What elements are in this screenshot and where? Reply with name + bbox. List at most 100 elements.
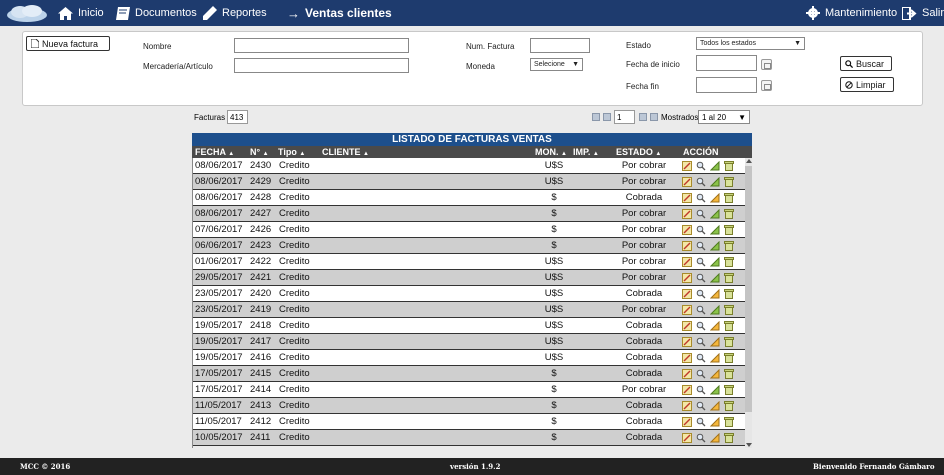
table-scrollbar[interactable] <box>745 158 752 448</box>
table-row[interactable]: 06/06/2017 2423 Credito $ Por cobrar <box>193 238 745 254</box>
table-row[interactable]: 08/06/2017 2429 Credito U$S Por cobrar <box>193 174 745 190</box>
payment-icon[interactable] <box>709 272 720 283</box>
delete-icon[interactable] <box>724 433 734 443</box>
payment-icon[interactable] <box>709 240 720 251</box>
mercaderia-input[interactable] <box>234 58 409 73</box>
view-icon[interactable] <box>696 305 706 315</box>
delete-icon[interactable] <box>724 401 734 411</box>
payment-icon[interactable] <box>709 432 720 443</box>
table-row[interactable]: 29/05/2017 2421 Credito U$S Por cobrar <box>193 270 745 286</box>
edit-icon[interactable] <box>682 177 692 187</box>
nueva-factura-button[interactable]: Nueva factura <box>26 36 110 51</box>
edit-icon[interactable] <box>682 401 692 411</box>
edit-icon[interactable] <box>682 161 692 171</box>
table-row[interactable]: 19/05/2017 2417 Credito U$S Cobrada <box>193 334 745 350</box>
view-icon[interactable] <box>696 289 706 299</box>
table-row[interactable]: 08/06/2017 2428 Credito $ Cobrada <box>193 190 745 206</box>
edit-icon[interactable] <box>682 417 692 427</box>
moneda-select[interactable]: Selecione ▼ <box>530 58 583 71</box>
edit-icon[interactable] <box>682 225 692 235</box>
nav-inicio[interactable]: Inicio <box>58 0 104 26</box>
delete-icon[interactable] <box>724 161 734 171</box>
view-icon[interactable] <box>696 209 706 219</box>
scroll-up-icon[interactable] <box>746 159 752 163</box>
table-row[interactable]: 08/06/2017 2427 Credito $ Por cobrar <box>193 206 745 222</box>
page-input[interactable]: 1 <box>614 110 635 124</box>
fecha-inicio-input[interactable] <box>696 55 757 71</box>
edit-icon[interactable] <box>682 289 692 299</box>
delete-icon[interactable] <box>724 225 734 235</box>
payment-icon[interactable] <box>709 304 720 315</box>
payment-icon[interactable] <box>709 384 720 395</box>
view-icon[interactable] <box>696 257 706 267</box>
table-row[interactable]: 08/06/2017 2430 Credito U$S Por cobrar <box>193 158 745 174</box>
payment-icon[interactable] <box>709 224 720 235</box>
view-icon[interactable] <box>696 241 706 251</box>
last-page-icon[interactable] <box>650 113 658 121</box>
calendar-icon[interactable] <box>761 59 772 70</box>
num-factura-input[interactable] <box>530 38 590 53</box>
table-row[interactable]: 10/05/2017 2411 Credito $ Cobrada <box>193 430 745 446</box>
table-row[interactable]: 17/05/2017 2415 Credito $ Cobrada <box>193 366 745 382</box>
view-icon[interactable] <box>696 321 706 331</box>
edit-icon[interactable] <box>682 369 692 379</box>
mostrados-select[interactable]: 1 al 20 ▼ <box>698 110 750 124</box>
payment-icon[interactable] <box>709 256 720 267</box>
view-icon[interactable] <box>696 433 706 443</box>
edit-icon[interactable] <box>682 337 692 347</box>
view-icon[interactable] <box>696 385 706 395</box>
payment-icon[interactable] <box>709 416 720 427</box>
table-row[interactable]: 19/05/2017 2418 Credito U$S Cobrada <box>193 318 745 334</box>
payment-icon[interactable] <box>709 368 720 379</box>
view-icon[interactable] <box>696 401 706 411</box>
table-row[interactable]: 23/05/2017 2420 Credito U$S Cobrada <box>193 286 745 302</box>
delete-icon[interactable] <box>724 417 734 427</box>
payment-icon[interactable] <box>709 160 720 171</box>
limpiar-button[interactable]: Limpiar <box>840 77 894 92</box>
edit-icon[interactable] <box>682 321 692 331</box>
payment-icon[interactable] <box>709 352 720 363</box>
delete-icon[interactable] <box>724 289 734 299</box>
mcc-logo[interactable] <box>6 3 48 23</box>
edit-icon[interactable] <box>682 273 692 283</box>
table-row[interactable]: 11/05/2017 2413 Credito $ Cobrada <box>193 398 745 414</box>
scroll-down-icon[interactable] <box>746 443 752 447</box>
delete-icon[interactable] <box>724 273 734 283</box>
delete-icon[interactable] <box>724 209 734 219</box>
delete-icon[interactable] <box>724 337 734 347</box>
edit-icon[interactable] <box>682 257 692 267</box>
edit-icon[interactable] <box>682 193 692 203</box>
buscar-button[interactable]: Buscar <box>840 56 892 71</box>
delete-icon[interactable] <box>724 353 734 363</box>
payment-icon[interactable] <box>709 336 720 347</box>
edit-icon[interactable] <box>682 305 692 315</box>
table-row[interactable]: 23/05/2017 2419 Credito U$S Por cobrar <box>193 302 745 318</box>
delete-icon[interactable] <box>724 257 734 267</box>
nav-ventas-clientes[interactable]: → Ventas clientes <box>287 0 392 26</box>
table-row[interactable]: 19/05/2017 2416 Credito U$S Cobrada <box>193 350 745 366</box>
view-icon[interactable] <box>696 273 706 283</box>
payment-icon[interactable] <box>709 288 720 299</box>
delete-icon[interactable] <box>724 369 734 379</box>
edit-icon[interactable] <box>682 385 692 395</box>
view-icon[interactable] <box>696 353 706 363</box>
view-icon[interactable] <box>696 417 706 427</box>
delete-icon[interactable] <box>724 177 734 187</box>
view-icon[interactable] <box>696 193 706 203</box>
edit-icon[interactable] <box>682 209 692 219</box>
table-row[interactable]: 07/06/2017 2426 Credito $ Por cobrar <box>193 222 745 238</box>
next-page-icon[interactable] <box>639 113 647 121</box>
view-icon[interactable] <box>696 161 706 171</box>
view-icon[interactable] <box>696 369 706 379</box>
delete-icon[interactable] <box>724 321 734 331</box>
scroll-thumb[interactable] <box>745 166 752 412</box>
payment-icon[interactable] <box>709 176 720 187</box>
prev-page-icon[interactable] <box>603 113 611 121</box>
payment-icon[interactable] <box>709 320 720 331</box>
view-icon[interactable] <box>696 337 706 347</box>
edit-icon[interactable] <box>682 433 692 443</box>
edit-icon[interactable] <box>682 353 692 363</box>
nav-reportes[interactable]: Reportes <box>203 0 267 26</box>
estado-select[interactable]: Todos los estados ▼ <box>696 37 805 50</box>
nav-salir[interactable]: Salir <box>902 0 944 26</box>
